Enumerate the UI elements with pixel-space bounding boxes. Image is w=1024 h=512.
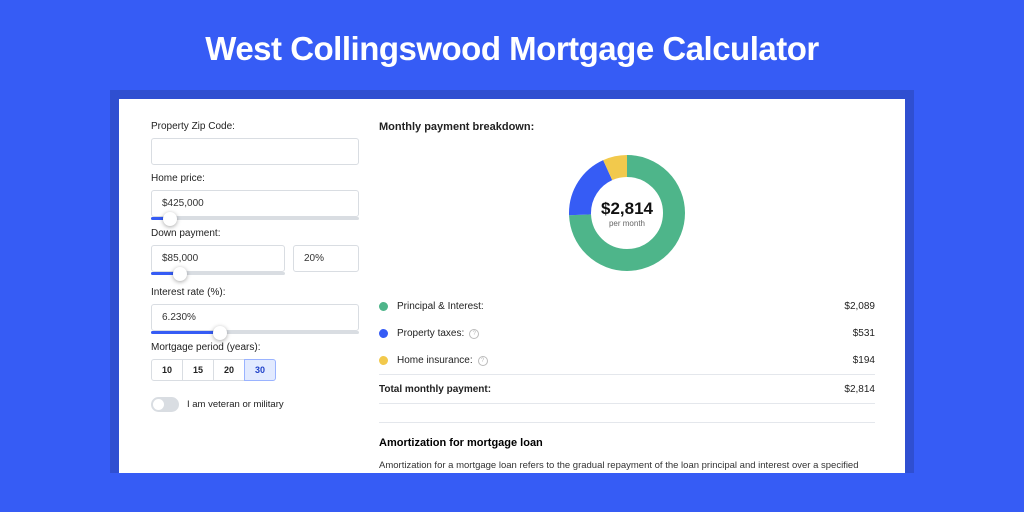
- donut-amount: $2,814: [601, 199, 653, 219]
- period-button-20[interactable]: 20: [213, 359, 245, 381]
- amort-text: Amortization for a mortgage loan refers …: [379, 459, 875, 473]
- rate-slider[interactable]: [151, 331, 359, 334]
- info-icon[interactable]: ?: [478, 356, 488, 366]
- veteran-toggle[interactable]: [151, 397, 179, 412]
- page-title: West Collingswood Mortgage Calculator: [0, 0, 1024, 90]
- legend-dot: [379, 329, 388, 338]
- legend-value: $531: [853, 328, 875, 339]
- info-icon[interactable]: ?: [469, 329, 479, 339]
- total-label: Total monthly payment:: [379, 384, 844, 395]
- legend-total: Total monthly payment:$2,814: [379, 374, 875, 403]
- breakdown-heading: Monthly payment breakdown:: [379, 121, 875, 133]
- donut-chart: $2,814 per month: [379, 145, 875, 293]
- donut-sub: per month: [609, 219, 645, 228]
- legend-label: Property taxes: ?: [397, 328, 853, 339]
- calculator-card: Property Zip Code: Home price: Down paym…: [119, 99, 905, 473]
- legend-item: Home insurance: ?$194: [379, 347, 875, 374]
- price-input[interactable]: [151, 190, 359, 217]
- legend-item: Property taxes: ?$531: [379, 320, 875, 347]
- legend-item: Principal & Interest:$2,089: [379, 293, 875, 320]
- downpay-label: Down payment:: [151, 228, 359, 239]
- downpay-slider[interactable]: [151, 272, 285, 275]
- downpay-input[interactable]: [151, 245, 285, 272]
- legend-label: Principal & Interest:: [397, 301, 844, 312]
- toggle-knob: [153, 399, 164, 410]
- legend-value: $2,089: [844, 301, 875, 312]
- legend: Principal & Interest:$2,089Property taxe…: [379, 293, 875, 404]
- form-panel: Property Zip Code: Home price: Down paym…: [119, 121, 379, 473]
- zip-input[interactable]: [151, 138, 359, 165]
- amort-heading: Amortization for mortgage loan: [379, 437, 875, 449]
- price-label: Home price:: [151, 173, 359, 184]
- period-button-10[interactable]: 10: [151, 359, 183, 381]
- period-label: Mortgage period (years):: [151, 342, 359, 353]
- downpay-percent-input[interactable]: [293, 245, 359, 272]
- rate-label: Interest rate (%):: [151, 287, 359, 298]
- legend-dot: [379, 302, 388, 311]
- price-slider[interactable]: [151, 217, 359, 220]
- period-button-15[interactable]: 15: [182, 359, 214, 381]
- legend-dot: [379, 356, 388, 365]
- legend-label: Home insurance: ?: [397, 355, 853, 366]
- breakdown-panel: Monthly payment breakdown: $2,814 per mo…: [379, 121, 905, 473]
- amortization-section: Amortization for mortgage loan Amortizat…: [379, 422, 875, 473]
- period-button-group: 10152030: [151, 359, 359, 381]
- period-button-30[interactable]: 30: [244, 359, 276, 381]
- legend-value: $194: [853, 355, 875, 366]
- card-shadow: Property Zip Code: Home price: Down paym…: [110, 90, 914, 473]
- rate-input[interactable]: [151, 304, 359, 331]
- zip-label: Property Zip Code:: [151, 121, 359, 132]
- veteran-label: I am veteran or military: [187, 399, 284, 410]
- total-value: $2,814: [844, 384, 875, 395]
